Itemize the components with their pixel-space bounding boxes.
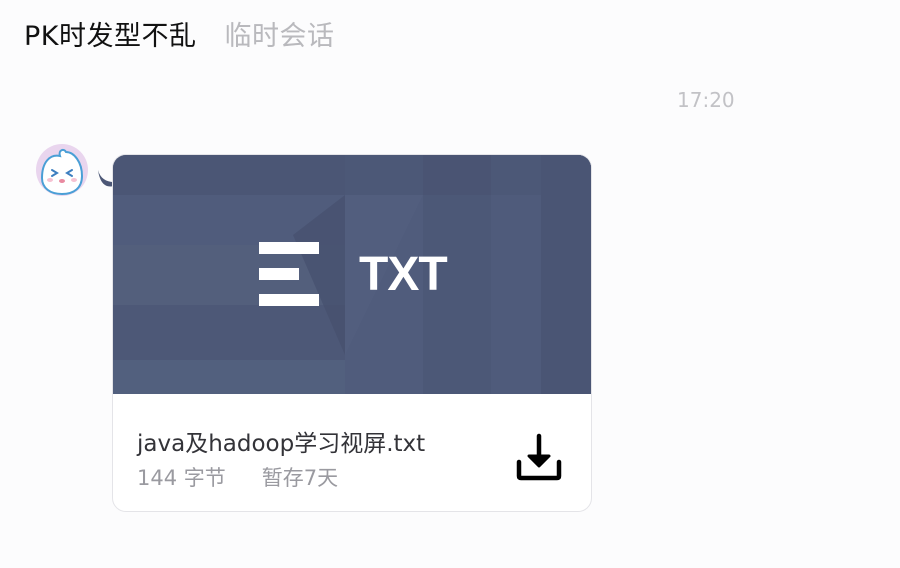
file-info: java及hadoop学习视屏.txt 144 字节 暂存7天 — [113, 394, 591, 511]
file-name[interactable]: java及hadoop学习视屏.txt — [137, 424, 425, 458]
download-button[interactable] — [511, 430, 567, 486]
chat-window: PK时发型不乱 临时会话 17:20 TXT java及hadoop学习视屏.t… — [0, 0, 900, 568]
download-icon — [516, 433, 562, 481]
message-timestamp: 17:20 — [677, 88, 735, 112]
chat-header: PK时发型不乱 临时会话 — [24, 14, 335, 54]
file-meta: 144 字节 暂存7天 — [137, 462, 338, 492]
contact-name[interactable]: PK时发型不乱 — [24, 14, 197, 53]
file-retention: 暂存7天 — [261, 466, 339, 490]
file-message-card[interactable]: TXT java及hadoop学习视屏.txt 144 字节 暂存7天 — [112, 154, 592, 512]
chat-type-label: 临时会话 — [224, 21, 335, 52]
avatar-emoji-icon[interactable] — [36, 144, 88, 196]
text-file-icon — [259, 242, 319, 306]
preview-background-pattern — [113, 155, 591, 394]
file-preview: TXT — [113, 155, 591, 394]
file-size: 144 字节 — [137, 466, 226, 490]
file-extension-label: TXT — [359, 248, 448, 301]
